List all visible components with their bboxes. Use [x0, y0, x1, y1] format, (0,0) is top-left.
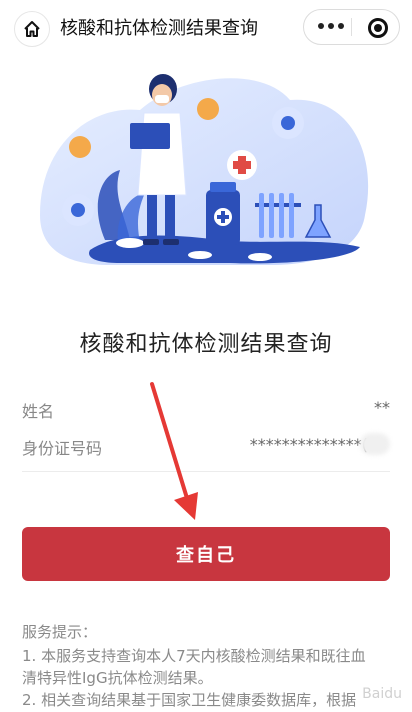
id-row: 身份证号码 **************( [22, 429, 390, 465]
tips-body: 1. 本服务支持查询本人7天内核酸检测结果和既往血 清特异性IgG抗体检测结果。… [22, 645, 390, 711]
capsule-divider [351, 18, 352, 36]
page-title: 核酸和抗体检测结果查询 [60, 18, 258, 39]
home-icon [24, 21, 40, 37]
name-label: 姓名 [22, 402, 55, 421]
doctor-illustration [40, 74, 369, 265]
divider [22, 471, 390, 472]
name-value: ** [374, 398, 390, 417]
query-self-button[interactable]: 查自己 [22, 527, 390, 581]
id-redaction [360, 433, 390, 455]
tips-title: 服务提示： [22, 623, 98, 641]
home-button[interactable] [14, 11, 50, 47]
name-row: 姓名 ** [22, 392, 390, 428]
id-value: **************( [249, 435, 368, 454]
tip-line-1: 1. 本服务支持查询本人7天内核酸检测结果和既往血 [22, 647, 366, 665]
close-icon[interactable] [368, 18, 388, 38]
tip-line-2: 清特异性IgG抗体检测结果。 [22, 669, 213, 687]
tip-line-3: 2. 相关查询结果基于国家卫生健康委数据库，根据 [22, 691, 357, 709]
mini-program-capsule [303, 9, 400, 45]
page-heading: 核酸和抗体检测结果查询 [79, 332, 333, 357]
top-bar: 核酸和抗体检测结果查询 [0, 0, 412, 54]
more-icon[interactable] [318, 23, 344, 29]
watermark: Baidu [362, 686, 402, 702]
id-label: 身份证号码 [22, 439, 103, 458]
